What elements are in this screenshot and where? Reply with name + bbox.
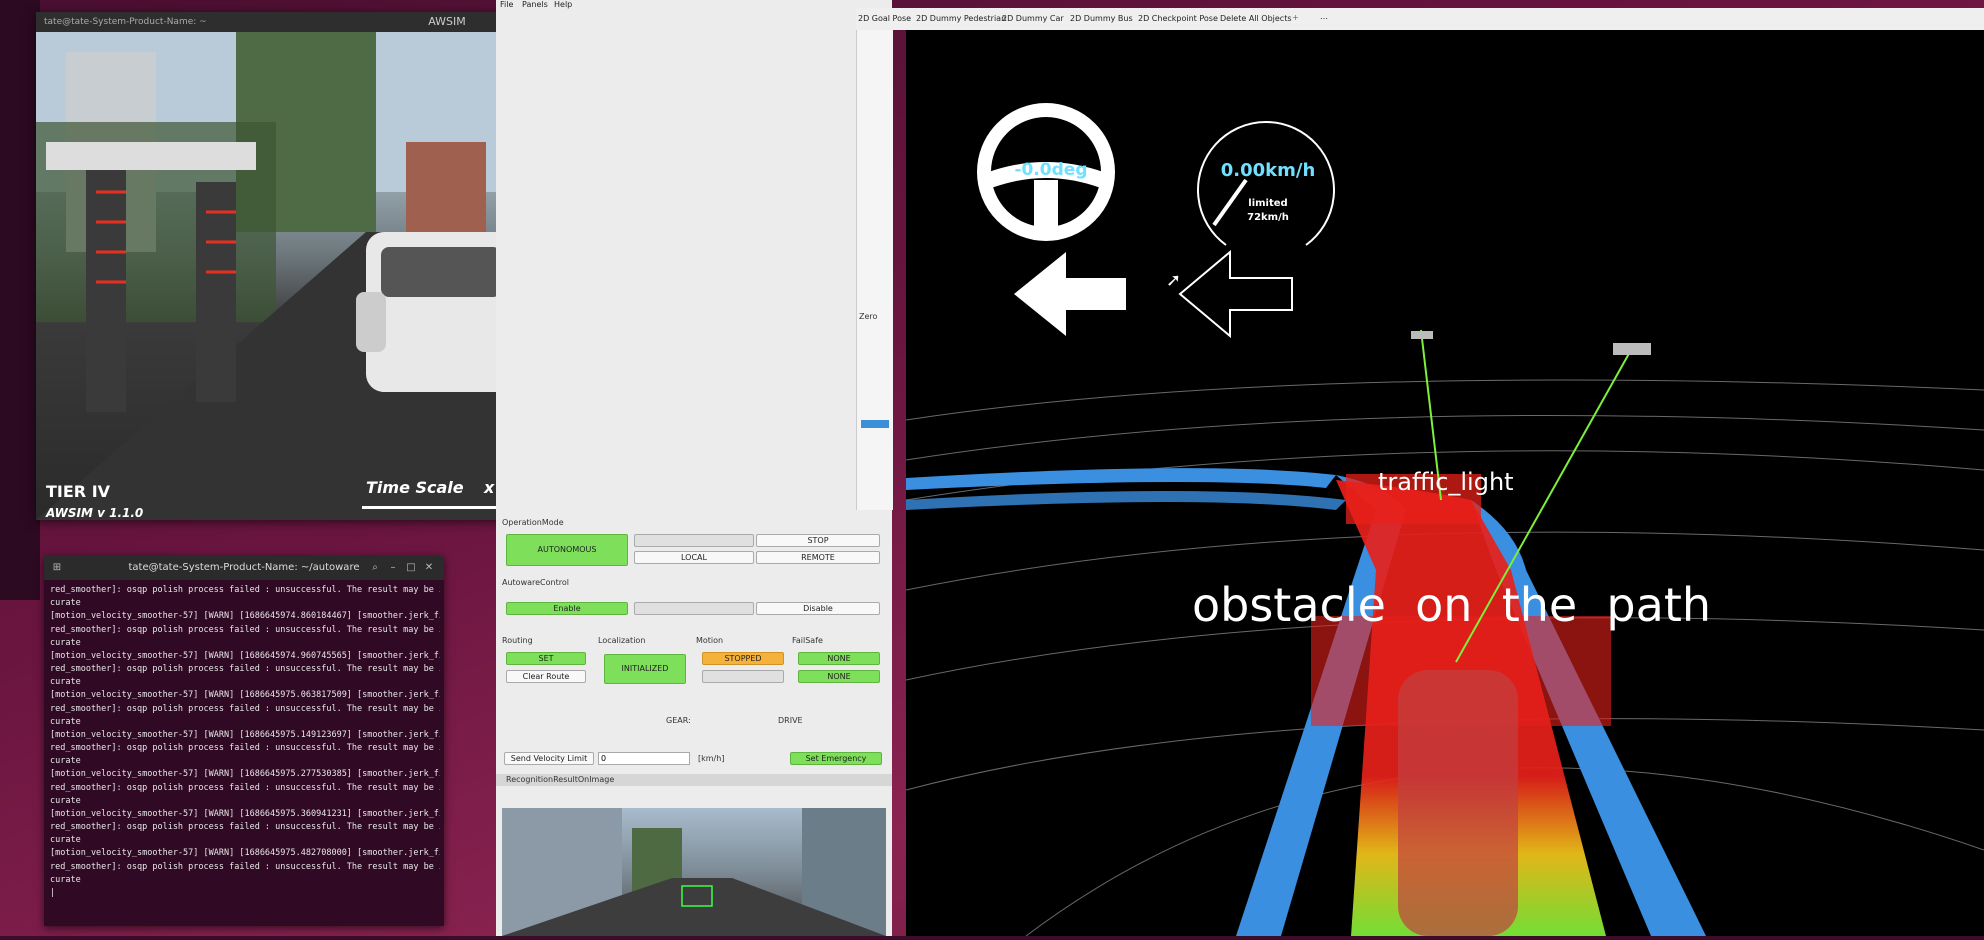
selected-row-highlight xyxy=(861,420,889,428)
autonomous-mode-button[interactable]: AUTONOMOUS xyxy=(506,534,628,566)
tier-iv-logo: TIER IV xyxy=(46,482,111,501)
tool-2d-checkpoint-pose[interactable]: 2D Checkpoint Pose xyxy=(1138,14,1218,23)
enable-control-button[interactable]: Enable xyxy=(506,602,628,615)
obstacle-warning-text: obstacle on the path xyxy=(1192,578,1712,632)
set-emergency-button[interactable]: Set Emergency xyxy=(790,752,882,765)
gear-value: DRIVE xyxy=(778,716,803,725)
recognition-image-drawing xyxy=(502,808,886,936)
stop-mode-button[interactable]: STOP xyxy=(756,534,880,547)
rviz-3d-view[interactable]: -0.0deg 0.00km/h limited 72km/h traffic_… xyxy=(906,30,1984,936)
traffic-light-label: traffic_light xyxy=(1378,468,1514,496)
background-terminal-strip xyxy=(0,0,40,600)
maximize-icon[interactable]: □ xyxy=(404,561,418,575)
remote-mode-button[interactable]: REMOTE xyxy=(756,551,880,564)
terminal-line: [motion_velocity_smoother-57] [WARN] [16… xyxy=(50,808,440,819)
zero-label: Zero xyxy=(859,312,878,321)
terminal-line: curate xyxy=(50,677,81,688)
terminal-line: curate xyxy=(50,795,81,806)
menu-file[interactable]: File xyxy=(500,0,513,9)
terminal-line: curate xyxy=(50,874,81,885)
menu-help[interactable]: Help xyxy=(554,0,572,9)
terminal-line: curate xyxy=(50,598,81,609)
new-tab-icon[interactable]: ⊞ xyxy=(50,561,64,575)
velocity-limit-input[interactable]: 0 xyxy=(598,752,690,765)
routing-label: Routing xyxy=(502,636,533,645)
terminal-line: red_smoother]: osqp polish process faile… xyxy=(50,664,440,675)
pause-button-disabled[interactable] xyxy=(634,602,754,615)
local-mode-button[interactable]: LOCAL xyxy=(634,551,754,564)
steering-angle-readout: -0.0deg xyxy=(1014,160,1088,180)
terminal-line: curate xyxy=(50,716,81,727)
time-scale-label: Time Scale xyxy=(366,478,464,497)
motion-state-badge: STOPPED xyxy=(702,652,784,665)
close-icon[interactable]: ✕ xyxy=(422,561,436,575)
terminal-window[interactable]: tate@tate-System-Product-Name: ~/autowar… xyxy=(44,556,444,926)
terminal-line: red_smoother]: osqp polish process faile… xyxy=(50,743,440,754)
failsafe-label: FailSafe xyxy=(792,636,823,645)
routing-set-badge: SET xyxy=(506,652,586,665)
clear-route-button[interactable]: Clear Route xyxy=(506,670,586,683)
autoware-control-label: AutowareControl xyxy=(502,578,569,587)
terminal-titlebar[interactable]: tate@tate-System-Product-Name: ~/autowar… xyxy=(44,556,444,580)
speed-limit-label: limited xyxy=(1248,198,1288,209)
recognition-camera-image xyxy=(502,808,886,936)
failsafe-state-badge-2: NONE xyxy=(798,670,880,683)
gear-label: GEAR: xyxy=(666,716,691,725)
more-icon[interactable]: … xyxy=(1320,12,1328,21)
search-icon[interactable]: ⌕ xyxy=(368,561,382,575)
add-tool-icon[interactable]: + xyxy=(1292,13,1299,22)
terminal-line: [motion_velocity_smoother-57] [WARN] [16… xyxy=(50,611,440,622)
velocity-unit-label: [km/h] xyxy=(698,754,725,763)
terminal-line: [motion_velocity_smoother-57] [WARN] [16… xyxy=(50,769,440,780)
terminal-line: [motion_velocity_smoother-57] [WARN] [16… xyxy=(50,650,440,661)
awsim-version-label: AWSIM v 1.1.0 xyxy=(46,506,144,520)
disable-control-button[interactable]: Disable xyxy=(756,602,880,615)
awsim-behind-terminal-title: tate@tate-System-Product-Name: ~ xyxy=(44,17,207,27)
speed-readout: 0.00km/h xyxy=(1220,160,1316,181)
tool-2d-dummy-bus[interactable]: 2D Dummy Bus xyxy=(1070,14,1133,23)
recognition-panel-header: RecognitionResultOnImage xyxy=(496,774,892,786)
terminal-line: red_smoother]: osqp polish process faile… xyxy=(50,822,440,833)
terminal-line: [motion_velocity_smoother-57] [WARN] [16… xyxy=(50,729,440,740)
terminal-output[interactable]: red_smoother]: osqp polish process faile… xyxy=(50,584,440,922)
terminal-line: curate xyxy=(50,637,81,648)
motion-label: Motion xyxy=(696,636,724,645)
rviz-toolbar: 2D Goal Pose 2D Dummy Pedestrian 2D Dumm… xyxy=(856,8,1984,30)
recognition-panel-title: RecognitionResultOnImage xyxy=(506,775,615,784)
operation-mode-label: OperationMode xyxy=(502,518,564,527)
speed-limit-value: 72km/h xyxy=(1247,212,1289,223)
terminal-line: red_smoother]: osqp polish process faile… xyxy=(50,624,440,635)
tool-2d-dummy-car[interactable]: 2D Dummy Car xyxy=(1002,14,1064,23)
terminal-line: [motion_velocity_smoother-57] [WARN] [16… xyxy=(50,848,440,859)
send-velocity-limit-button[interactable]: Send Velocity Limit xyxy=(504,752,594,765)
terminal-line: curate xyxy=(50,756,81,767)
localization-state-badge: INITIALIZED xyxy=(604,654,686,684)
terminal-line: curate xyxy=(50,835,81,846)
localization-label: Localization xyxy=(598,636,646,645)
rviz-tool-properties-stub: Zero xyxy=(856,20,893,510)
tool-2d-goal-pose[interactable]: 2D Goal Pose xyxy=(858,14,911,23)
mouse-cursor-icon: ➚ xyxy=(1166,270,1182,291)
minimize-icon[interactable]: – xyxy=(386,561,400,575)
terminal-line: red_smoother]: osqp polish process faile… xyxy=(50,861,440,872)
accept-start-button-disabled[interactable] xyxy=(702,670,784,683)
failsafe-state-badge: NONE xyxy=(798,652,880,665)
tool-2d-dummy-pedestrian[interactable]: 2D Dummy Pedestrian xyxy=(916,14,1006,23)
rviz-menubar: File Panels Help xyxy=(496,0,892,10)
rviz-side-panel: File Panels Help Zero OperationMode AUTO… xyxy=(496,0,893,936)
autonomous-enable-button-disabled[interactable] xyxy=(634,534,754,547)
menu-panels[interactable]: Panels xyxy=(522,0,548,9)
terminal-line: | xyxy=(50,887,56,898)
terminal-line: red_smoother]: osqp polish process faile… xyxy=(50,782,440,793)
terminal-line: [motion_velocity_smoother-57] [WARN] [16… xyxy=(50,690,440,701)
terminal-line: red_smoother]: osqp polish process faile… xyxy=(50,703,440,714)
tool-delete-all-objects[interactable]: Delete All Objects xyxy=(1220,14,1292,23)
terminal-line: red_smoother]: osqp polish process faile… xyxy=(50,585,440,595)
